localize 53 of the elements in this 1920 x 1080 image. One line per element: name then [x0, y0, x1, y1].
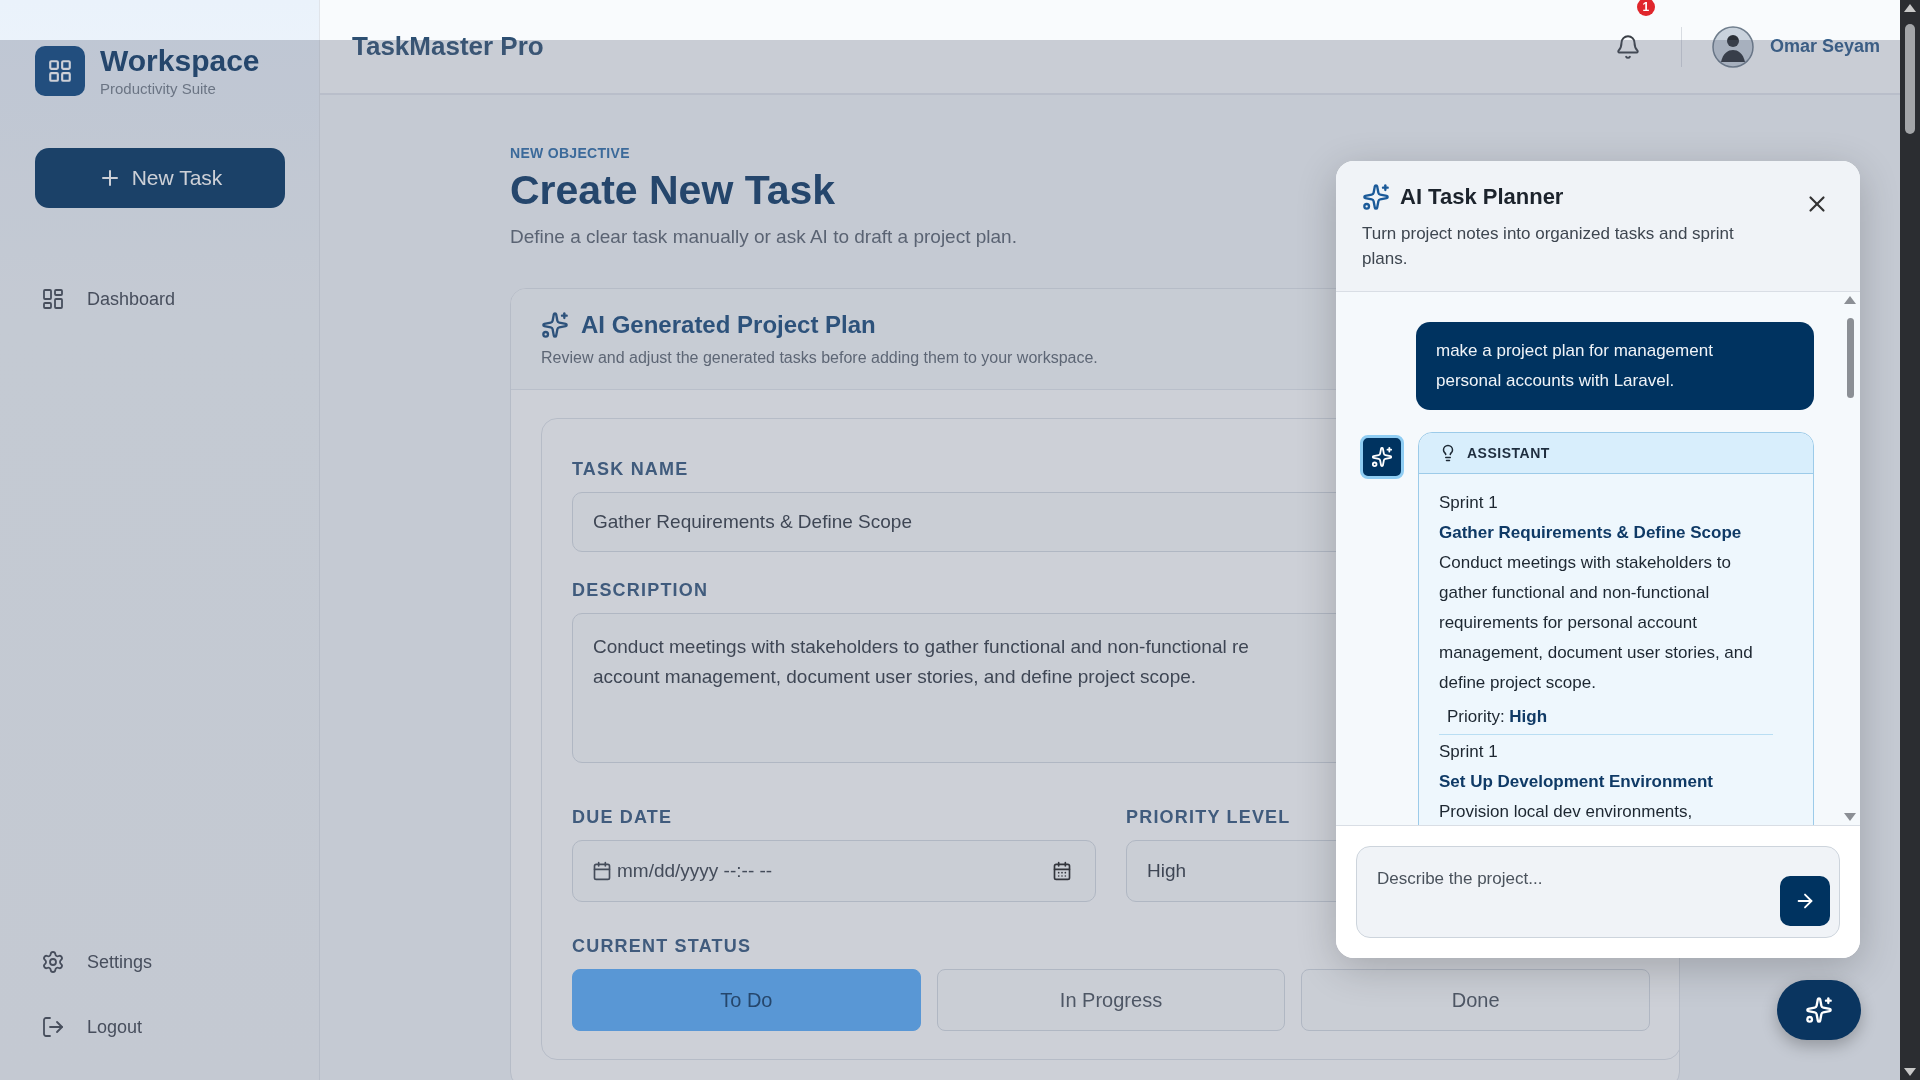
brand-title: Workspace [100, 44, 260, 77]
logout-icon [41, 1015, 65, 1039]
sparkles-icon [1362, 183, 1390, 211]
page-subtitle: Define a clear task manually or ask AI to draft a project plan. [510, 226, 1017, 248]
sprint-label: Sprint 1 [1439, 492, 1499, 514]
user-message: make a project plan for management personal accounts with Laravel. [1416, 322, 1814, 410]
status-option-button[interactable]: Done [1301, 969, 1650, 1031]
field-label: DUE DATE [572, 807, 673, 828]
status-option-button[interactable]: In Progress [936, 969, 1286, 1031]
assistant-label: ASSISTANT [1467, 445, 1550, 461]
chat-input-field[interactable]: Describe the project... [1356, 846, 1840, 938]
scroll-up-arrow-icon[interactable] [1904, 4, 1916, 12]
notification-badge: 1 [1636, 0, 1655, 16]
due-date-field[interactable]: mm/dd/yyyy --:-- -- [572, 840, 1096, 902]
task-description: Provision local dev environments, [1439, 801, 1694, 823]
scrollbar-thumb[interactable] [1846, 318, 1854, 398]
app-title: TaskMaster Pro [352, 31, 544, 62]
task-title: Set Up Development Environment [1439, 771, 1714, 793]
scroll-down-arrow-icon[interactable] [1904, 1068, 1916, 1076]
send-button[interactable] [1780, 876, 1830, 926]
user-name: Omar Seyam [1769, 36, 1880, 57]
page-title: Create New Task [510, 167, 836, 214]
field-label: PRIORITY LEVEL [1126, 807, 1291, 828]
settings-icon [41, 950, 65, 974]
field-label: TASK NAME [572, 459, 689, 480]
sparkles-icon [1805, 996, 1833, 1024]
field-label: CURRENT STATUS [572, 936, 752, 957]
sprint-label: Sprint 1 [1439, 741, 1499, 763]
scrollbar[interactable] [1900, 0, 1920, 1080]
dashboard-icon [41, 287, 65, 311]
assistant-avatar-icon [1360, 435, 1404, 479]
sidebar-nav-item[interactable]: Settings [35, 937, 283, 987]
panel-title: AI Task Planner [1400, 184, 1564, 210]
calendar-icon [592, 861, 612, 881]
field-label: DESCRIPTION [572, 580, 709, 601]
status-option-button[interactable]: To Do [572, 969, 921, 1031]
scrollbar-thumb[interactable] [1905, 24, 1915, 134]
user-avatar[interactable] [1711, 25, 1754, 68]
new-task-button[interactable]: New Task [35, 148, 285, 208]
sidebar-nav-item[interactable]: Logout [35, 1002, 283, 1052]
task-priority: Priority: High [1447, 706, 1549, 728]
page-eyebrow: NEW OBJECTIVE [510, 145, 630, 161]
sparkles-icon [541, 311, 569, 339]
brand-subtitle: Productivity Suite [100, 80, 217, 97]
scrollbar[interactable] [1844, 296, 1856, 821]
notification-bell-icon[interactable] [1614, 33, 1641, 60]
panel-subtitle: Turn project notes into organized tasks and sprint plans. [1362, 223, 1735, 270]
ai-assistant-button[interactable] [1777, 980, 1861, 1040]
app-logo-icon [35, 45, 85, 96]
calendar-icon[interactable] [1052, 861, 1072, 881]
card-title: AI Generated Project Plan [581, 311, 876, 339]
sidebar-nav-item[interactable]: Dashboard [35, 274, 283, 324]
card-subtitle: Review and adjust the generated tasks before adding them to your workspace. [541, 349, 1098, 367]
